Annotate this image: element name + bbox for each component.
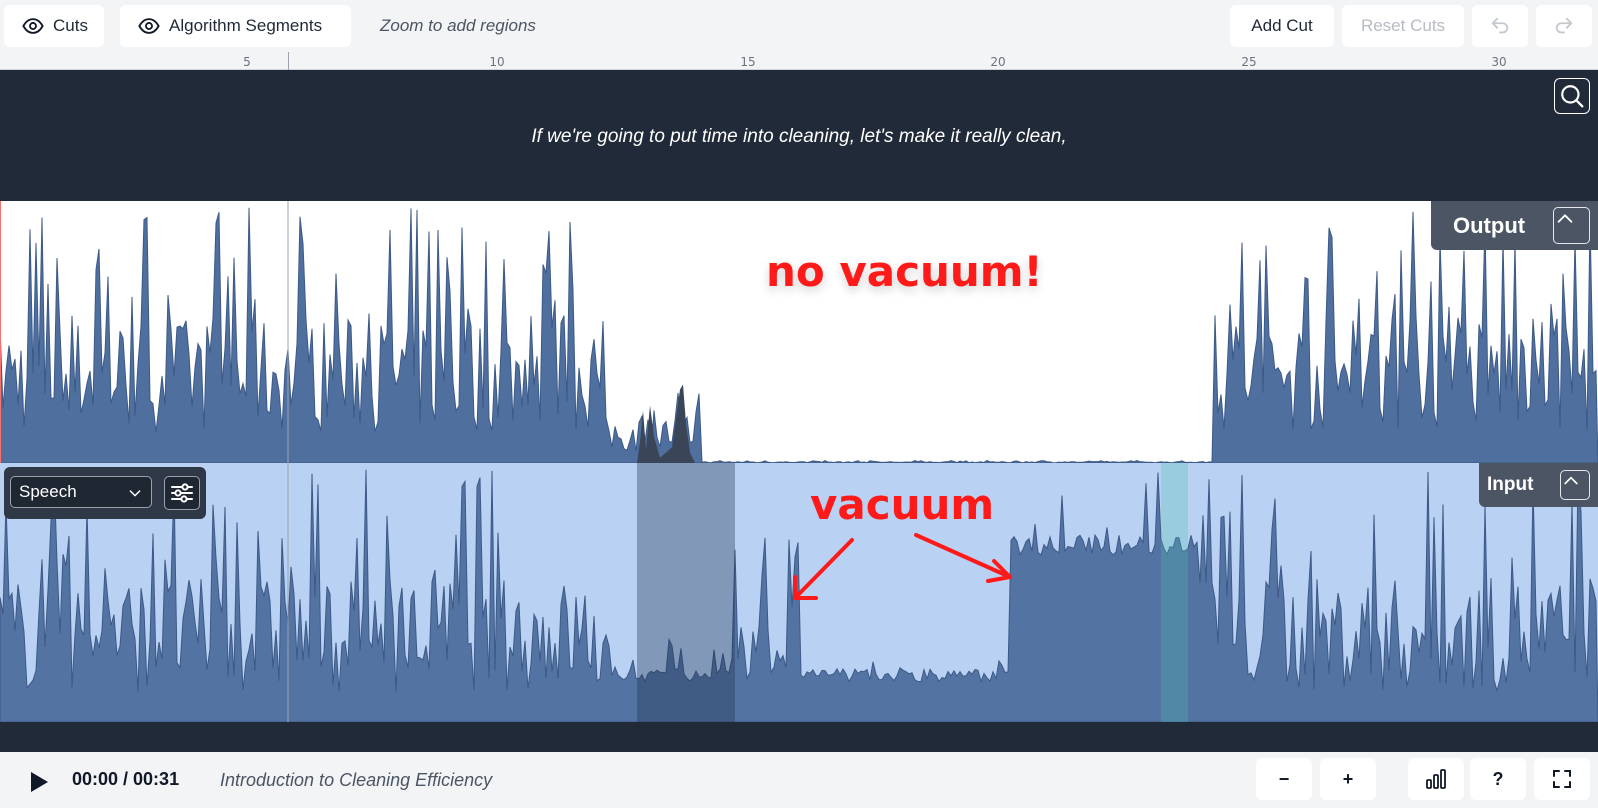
caption-text: If we're going to put time into cleaning… (531, 126, 1067, 147)
chevron-up-icon (1557, 214, 1573, 223)
clip-title: Introduction to Cleaning Efficiency (220, 770, 493, 790)
play-button[interactable] (28, 770, 50, 799)
zoom-in-button[interactable]: + (1320, 758, 1376, 800)
fullscreen-button[interactable] (1534, 758, 1590, 800)
timeline-ruler[interactable]: 5 10 15 20 25 30 (0, 52, 1598, 70)
zoom-hint: Zoom to add regions (380, 16, 536, 35)
caption-bar: If we're going to put time into cleaning… (0, 70, 1598, 201)
detection-settings-button[interactable] (164, 476, 200, 510)
input-waveform-track[interactable]: Input vacuum (0, 463, 1598, 722)
timecode: 00:00 / 00:31 (72, 769, 180, 789)
output-label: Output (1453, 212, 1526, 238)
ruler-tick: 30 (1491, 55, 1507, 69)
undo-button[interactable] (1472, 5, 1528, 47)
fullscreen-icon (1553, 770, 1571, 788)
ruler-tick: 10 (489, 55, 505, 69)
ruler-tick: 25 (1241, 55, 1257, 69)
reset-cuts-button[interactable]: Reset Cuts (1342, 5, 1464, 47)
top-toolbar: Cuts Algorithm Segments Zoom to add regi… (0, 0, 1598, 52)
help-button[interactable]: ? (1470, 758, 1526, 800)
ruler-tick: 20 (990, 55, 1006, 69)
timeline-footer-strip (0, 722, 1598, 752)
no-vacuum-annotation: no vacuum! (766, 247, 1043, 296)
sliders-icon (171, 483, 193, 503)
redo-button[interactable] (1536, 5, 1592, 47)
playhead-marker[interactable] (288, 52, 289, 70)
zoom-out-button[interactable]: − (1256, 758, 1312, 800)
audio-editor: Cuts Algorithm Segments Zoom to add regi… (0, 0, 1598, 808)
playback-bar: 00:00 / 00:31 Introduction to Cleaning E… (0, 752, 1598, 808)
bar-chart-icon (1426, 769, 1446, 789)
output-waveform (0, 201, 1598, 463)
cuts-label: Cuts (53, 16, 88, 35)
algorithm-segments-label: Algorithm Segments (169, 16, 323, 35)
output-waveform-path (0, 207, 1598, 463)
eye-icon (138, 18, 160, 34)
right-arrow-shaft (914, 533, 1012, 579)
annotation-arrows (793, 533, 1012, 600)
caption-search-button[interactable] (1554, 78, 1590, 114)
output-collapse-button[interactable] (1553, 207, 1590, 244)
output-waveform-track[interactable]: Output no vacuum! (0, 201, 1598, 463)
redo-icon (1555, 17, 1573, 34)
search-icon (1561, 85, 1584, 108)
undo-icon (1491, 17, 1509, 34)
detection-mode-value: Speech (19, 482, 77, 501)
cuts-toggle-button[interactable]: Cuts (4, 5, 104, 47)
ruler-tick: 15 (740, 55, 756, 69)
play-icon (31, 772, 48, 792)
algorithm-segments-toggle-button[interactable]: Algorithm Segments (120, 5, 351, 47)
eye-icon (22, 18, 44, 34)
detection-mode-panel: Speech (4, 467, 206, 519)
left-arrow-shaft (793, 538, 854, 600)
add-cut-button[interactable]: Add Cut (1230, 5, 1334, 47)
ruler-tick: 5 (243, 55, 251, 69)
chevron-down-icon (129, 490, 141, 497)
detection-mode-select[interactable]: Speech (10, 476, 152, 508)
stats-button[interactable] (1408, 758, 1464, 800)
